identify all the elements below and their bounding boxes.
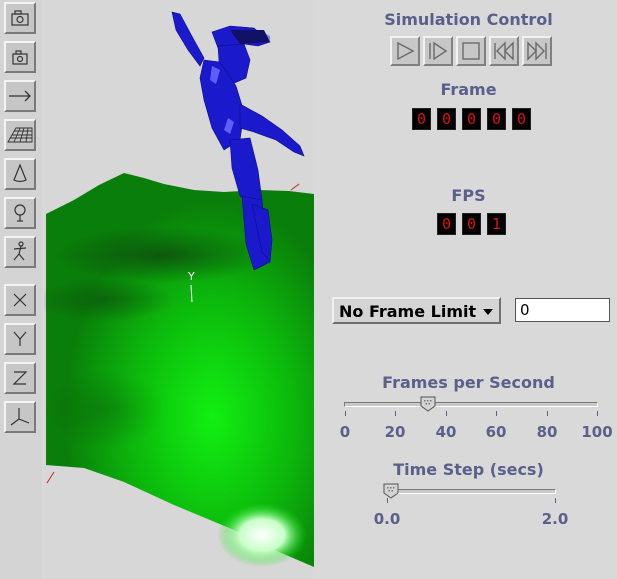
direction-button[interactable] [4,80,36,112]
timestep-tick [387,498,388,503]
chevron-down-icon [483,309,493,315]
camera-small-icon [12,50,28,65]
frame-label: Frame [440,80,497,99]
axis-label: Y [187,270,195,283]
fps-slider-thumb[interactable] [420,396,436,412]
fps-tick [395,411,396,416]
3d-viewport[interactable]: Y [44,0,314,579]
y-axis-button[interactable] [4,323,36,355]
camera-icon [11,10,29,26]
cone-button[interactable] [4,158,36,190]
fps-tick-label: 80 [536,423,558,441]
fps-digit: 0 [462,213,481,235]
fps-tick [345,411,346,416]
toolbar [0,0,42,579]
panel-title: Simulation Control [384,10,553,29]
frame-digit: 0 [462,108,481,130]
stop-icon [462,42,480,60]
fps-slider-track[interactable] [344,402,598,407]
rewind-icon [494,41,514,61]
fps-tick-label: 100 [581,423,613,441]
axes-icon [10,408,30,426]
x-axis-button[interactable] [4,284,36,316]
grid-plane-icon [7,127,33,143]
fast-forward-button[interactable] [522,36,552,66]
z-axis-button[interactable] [4,362,36,394]
play-icon [397,41,415,61]
timestep-slider-thumb[interactable] [383,483,399,499]
play-button[interactable] [390,36,420,66]
fps-tick-label: 60 [485,423,507,441]
frame-limit-selected: No Frame Limit [339,302,477,321]
lightbulb-icon [14,204,26,222]
step-icon [429,41,448,61]
fps-digit: 1 [487,213,506,235]
x-axis-line-far [290,183,300,191]
frame-digit: 0 [412,108,431,130]
figure-button[interactable] [4,236,36,268]
fps-digit: 0 [437,213,456,235]
scene-canvas: Y [44,11,314,567]
simulation-control-panel: Simulation Control Frame 0 0 0 0 0 FPS 0… [320,0,617,579]
fps-tick-label: 40 [435,423,457,441]
light-button[interactable] [4,197,36,229]
rewind-button[interactable] [489,36,519,66]
ground-plane-button[interactable] [4,119,36,151]
fps-tick [496,411,497,416]
fps-tick [597,411,598,416]
timestep-slider-label: Time Step (secs) [393,460,544,479]
timestep-slider-track[interactable] [387,489,556,494]
step-button[interactable] [423,36,453,66]
fps-tick [446,411,447,416]
cone-icon [13,163,27,183]
frame-digit: 0 [437,108,456,130]
y-axis-icon [13,331,27,346]
fps-tick [547,411,548,416]
x-axis-line [46,471,55,484]
z-axis-icon [12,371,28,385]
figure-icon [13,241,27,261]
terrain-surface [44,173,314,567]
fps-tick-label: 20 [384,423,406,441]
camera-button[interactable] [4,2,36,34]
stop-button[interactable] [456,36,486,66]
fps-tick-label: 0 [339,423,351,441]
arrow-right-icon [9,90,31,102]
timestep-tick-label: 0.0 [373,510,401,528]
x-axis-icon [13,293,27,307]
fps-slider-label: Frames per Second [382,373,555,392]
frame-digit: 0 [487,108,506,130]
timestep-tick [555,498,556,503]
fast-forward-icon [527,41,547,61]
frame-digit: 0 [512,108,531,130]
frame-limit-select[interactable]: No Frame Limit [332,297,501,324]
snapshot-button[interactable] [4,41,36,73]
fps-label: FPS [451,186,486,205]
frame-limit-input[interactable] [515,298,610,322]
timestep-tick-label: 2.0 [541,510,569,528]
axes-button[interactable] [4,401,36,433]
